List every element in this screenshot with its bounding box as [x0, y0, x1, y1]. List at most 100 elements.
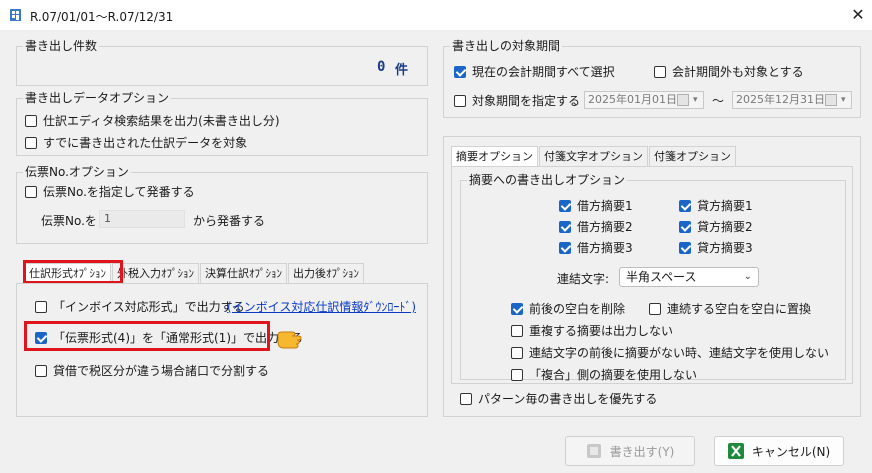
- export-count-unit: 件: [395, 63, 409, 78]
- checkbox-icon: [25, 136, 37, 149]
- checkbox-icon: [25, 185, 37, 198]
- already-exported-checkbox[interactable]: すでに書き出された仕訳データを対象: [25, 134, 247, 151]
- invoice-download-link[interactable]: (インボイス対応仕訳情報ﾀﾞｳﾝﾛｰﾄﾞ): [227, 298, 416, 315]
- title-bar: R.07/01/01～R.07/12/31 ✕: [0, 0, 872, 30]
- chevron-down-icon: ▾: [841, 95, 846, 105]
- split-tax-label: 貸借で税区分が違う場合諸口で分割する: [53, 364, 270, 378]
- checkbox-checked-icon: [559, 220, 571, 233]
- trim-space-checkbox[interactable]: 前後の空白を削除: [511, 300, 625, 317]
- credit-summary-3-checkbox[interactable]: 貸方摘要3: [679, 239, 753, 256]
- editor-search-checkbox[interactable]: 仕訳エディタ検索結果を出力(未書き出し分): [25, 112, 280, 129]
- invoice-format-label: 「インボイス対応形式」で出力する: [53, 300, 245, 314]
- export-button-label: 書き出す(Y): [609, 444, 675, 459]
- debit-summary-1-label: 借方摘要1: [577, 199, 633, 213]
- chevron-down-icon: ▾: [693, 95, 698, 105]
- tab-sticky-options[interactable]: 付箋オプション: [649, 146, 736, 166]
- period-tilde: ～: [712, 94, 725, 108]
- checkbox-icon: [35, 364, 47, 377]
- merge-space-label: 連続する空白を空白に置換: [667, 302, 812, 316]
- skip-duplicate-label: 重複する摘要は出力しない: [529, 324, 674, 338]
- invoice-format-checkbox[interactable]: 「インボイス対応形式」で出力する: [35, 298, 245, 315]
- join-char-value: 半角スペース: [626, 270, 697, 284]
- checkbox-icon: [35, 300, 47, 313]
- calendar-icon: [825, 94, 837, 106]
- skip-duplicate-checkbox[interactable]: 重複する摘要は出力しない: [511, 322, 673, 339]
- slip-field-suffix: から発番する: [193, 214, 266, 228]
- export-count-value: 0: [377, 59, 386, 75]
- join-char-select[interactable]: 半角スペース ⌄: [619, 267, 759, 287]
- compound-side-checkbox[interactable]: 「複合」側の摘要を使用しない: [511, 366, 697, 383]
- slip-number-label: 伝票No.を指定して発番する: [43, 185, 195, 199]
- slip-start-input[interactable]: 1: [99, 210, 185, 228]
- checkbox-icon: [454, 94, 466, 107]
- debit-summary-1-checkbox[interactable]: 借方摘要1: [559, 197, 633, 214]
- close-button[interactable]: ✕: [846, 4, 870, 26]
- debit-summary-2-label: 借方摘要2: [577, 220, 633, 234]
- cancel-button-label: キャンセル(N): [751, 444, 831, 459]
- tab-external-tax[interactable]: 外税入力ｵﾌﾟｼｮﾝ: [112, 263, 199, 283]
- summary-options-panel: 摘要への書き出しオプション 借方摘要1 貸方摘要1 借方摘要2 貸方摘要2 借方…: [451, 166, 853, 384]
- slip-number-checkbox[interactable]: 伝票No.を指定して発番する: [25, 183, 195, 200]
- date-from-value: 2025年01月01日: [588, 93, 677, 106]
- pattern-priority-label: パターン毎の書き出しを優先する: [478, 392, 658, 406]
- export-count-group: 書き出し件数 0 件: [16, 39, 428, 86]
- already-exported-label: すでに書き出された仕訳データを対象: [43, 136, 248, 150]
- checkbox-icon: [511, 324, 523, 337]
- slip-options-group: 伝票No.オプション 伝票No.を指定して発番する 伝票No.を 1 から発番す…: [16, 165, 428, 244]
- data-options-group: 書き出しデータオプション 仕訳エディタ検索結果を出力(未書き出し分) すでに書き…: [16, 91, 428, 156]
- app-icon: [10, 9, 21, 21]
- checkbox-checked-icon: [454, 65, 466, 78]
- window-title: R.07/01/01～R.07/12/31: [30, 10, 174, 24]
- credit-summary-2-checkbox[interactable]: 貸方摘要2: [679, 218, 753, 235]
- pattern-priority-checkbox[interactable]: パターン毎の書き出しを優先する: [460, 390, 657, 407]
- editor-search-label: 仕訳エディタ検索結果を出力(未書き出し分): [43, 114, 280, 128]
- no-join-checkbox[interactable]: 連結文字の前後に摘要がない時、連結文字を使用しない: [511, 344, 829, 361]
- export-button[interactable]: 書き出す(Y): [565, 436, 695, 466]
- no-join-label: 連結文字の前後に摘要がない時、連結文字を使用しない: [529, 346, 830, 360]
- compound-side-label: 「複合」側の摘要を使用しない: [529, 368, 698, 382]
- date-to-value: 2025年12月31日: [736, 93, 825, 106]
- export-count-legend: 書き出し件数: [23, 39, 100, 54]
- current-period-label: 現在の会計期間すべて選択: [472, 65, 615, 79]
- debit-summary-3-label: 借方摘要3: [577, 241, 633, 255]
- checkbox-icon: [654, 65, 666, 78]
- checkbox-icon: [649, 302, 661, 315]
- tab-closing-journal[interactable]: 決算仕訳ｵﾌﾟｼｮﾝ: [200, 263, 287, 283]
- checkbox-icon: [511, 368, 523, 381]
- close-icon: ✕: [851, 5, 865, 24]
- cancel-button[interactable]: キャンセル(N): [714, 436, 844, 466]
- checkbox-checked-icon: [679, 241, 691, 254]
- calendar-icon: [677, 94, 689, 106]
- slip-format-highlight-box: [24, 321, 270, 351]
- specify-period-label: 対象期間を指定する: [472, 94, 581, 108]
- outside-period-checkbox[interactable]: 会計期間外も対象とする: [654, 63, 804, 80]
- debit-summary-3-checkbox[interactable]: 借方摘要3: [559, 239, 633, 256]
- checkbox-icon: [25, 114, 37, 127]
- chevron-down-icon: ⌄: [743, 271, 752, 282]
- credit-summary-1-checkbox[interactable]: 貸方摘要1: [679, 197, 753, 214]
- tab-summary-options[interactable]: 摘要オプション: [451, 146, 538, 166]
- split-tax-checkbox[interactable]: 貸借で税区分が違う場合諸口で分割する: [35, 362, 269, 379]
- date-from-input[interactable]: 2025年01月01日 ▾: [584, 91, 704, 109]
- tab-sticky-text-options[interactable]: 付箋文字オプション: [539, 146, 648, 166]
- tab-highlight-box: [23, 260, 123, 284]
- trim-space-label: 前後の空白を削除: [529, 302, 626, 316]
- slip-field-label: 伝票No.を: [41, 214, 97, 228]
- date-to-input[interactable]: 2025年12月31日 ▾: [732, 91, 852, 109]
- debit-summary-2-checkbox[interactable]: 借方摘要2: [559, 218, 633, 235]
- period-legend: 書き出しの対象期間: [450, 39, 563, 54]
- checkbox-checked-icon: [679, 220, 691, 233]
- credit-summary-2-label: 貸方摘要2: [697, 220, 753, 234]
- outside-period-label: 会計期間外も対象とする: [672, 65, 804, 79]
- slip-options-legend: 伝票No.オプション: [23, 165, 131, 180]
- merge-space-checkbox[interactable]: 連続する空白を空白に置換: [649, 300, 811, 317]
- summary-export-group: 摘要への書き出しオプション 借方摘要1 貸方摘要1 借方摘要2 貸方摘要2 借方…: [460, 173, 846, 383]
- checkbox-checked-icon: [511, 302, 523, 315]
- specify-period-checkbox[interactable]: 対象期間を指定する: [454, 92, 580, 109]
- checkbox-icon: [460, 392, 472, 405]
- current-period-checkbox[interactable]: 現在の会計期間すべて選択: [454, 63, 615, 80]
- tab-after-output[interactable]: 出力後ｵﾌﾟｼｮﾝ: [288, 263, 364, 283]
- checkbox-icon: [511, 346, 523, 359]
- pointing-hand-icon: [277, 331, 302, 349]
- period-group: 書き出しの対象期間 現在の会計期間すべて選択 会計期間外も対象とする 対象期間を…: [443, 39, 861, 118]
